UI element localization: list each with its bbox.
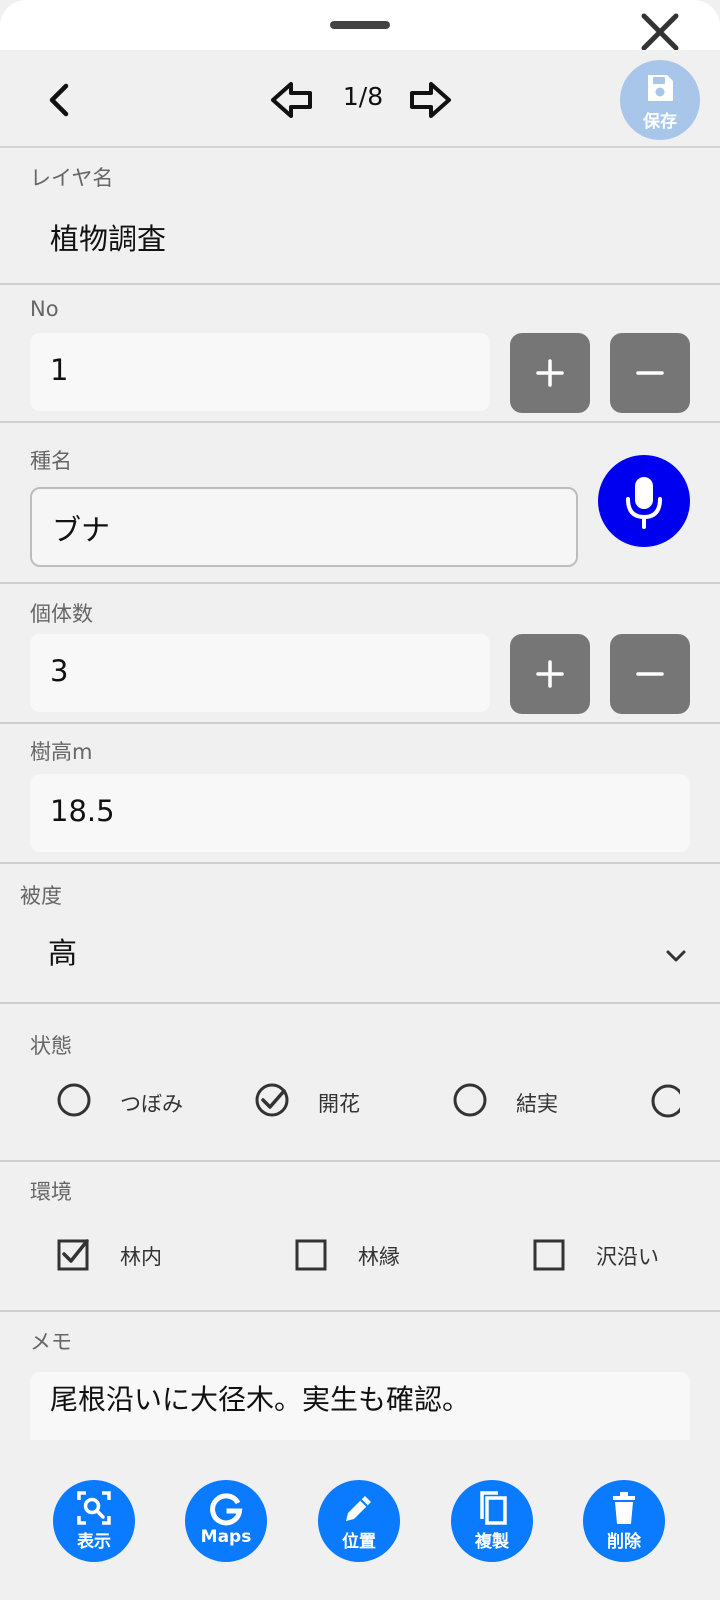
no-increment-button[interactable] (510, 333, 590, 413)
zoom-scan-icon (77, 1491, 111, 1525)
record-navbar: 1/8 保存 (0, 50, 720, 148)
checkbox-unchecked-icon[interactable] (532, 1236, 568, 1272)
delete-label: 削除 (607, 1532, 641, 1552)
count-input[interactable]: 3 (30, 634, 490, 712)
arrow-right-icon (410, 82, 451, 118)
count-decrement-button[interactable] (610, 634, 690, 714)
count-value: 3 (50, 654, 69, 688)
state-option-label: 開花 (318, 1092, 360, 1116)
coverage-section: 被度 高 (0, 866, 720, 1004)
pencil-icon (346, 1496, 371, 1521)
minus-icon (636, 672, 664, 676)
no-section: No 1 (0, 287, 720, 423)
memo-section: メモ 尾根沿いに大径木。実生も確認。 (0, 1314, 720, 1440)
back-button[interactable] (40, 78, 80, 122)
environment-option-label: 林内 (120, 1245, 162, 1269)
minus-icon (636, 371, 664, 375)
coverage-label: 被度 (20, 884, 62, 908)
no-decrement-button[interactable] (610, 333, 690, 413)
checkbox-unchecked-icon[interactable] (294, 1236, 330, 1272)
species-section: 種名 ブナ (0, 425, 720, 584)
height-input[interactable]: 18.5 (30, 774, 690, 852)
species-input[interactable]: ブナ (30, 487, 578, 567)
next-record-button[interactable] (408, 80, 452, 120)
layer-name-label: レイヤ名 (30, 166, 114, 190)
no-label: No (30, 297, 59, 321)
voice-input-button[interactable] (598, 455, 690, 547)
record-counter: 1/8 (342, 82, 384, 111)
memo-value: 尾根沿いに大径木。実生も確認。 (50, 1383, 471, 1416)
close-icon (641, 13, 679, 51)
bottom-toolbar: 表示 Maps 位置 複製 削除 (0, 1440, 720, 1600)
sheet-header (0, 0, 720, 51)
count-label: 個体数 (30, 602, 93, 626)
copy-icon (480, 1491, 507, 1525)
close-button[interactable] (636, 8, 684, 56)
chevron-left-icon (49, 83, 69, 117)
state-options-overflow (650, 1078, 680, 1124)
height-label: 樹高m (30, 740, 93, 764)
species-value: ブナ (52, 513, 111, 547)
maps-label: Maps (200, 1527, 252, 1547)
radio-checked-icon[interactable] (254, 1082, 290, 1118)
record-edit-sheet: 1/8 保存 レイヤ名 植物調査 No 1 種名 ブナ 個体数 3 樹高m 18… (0, 0, 720, 1600)
radio-unchecked-icon[interactable] (452, 1082, 488, 1118)
layer-name-section: レイヤ名 植物調査 (0, 150, 720, 285)
duplicate-button[interactable]: 複製 (451, 1480, 533, 1562)
state-label: 状態 (30, 1034, 72, 1058)
state-section: 状態 つぼみ 開花 結実 (0, 1006, 720, 1162)
height-section: 樹高m 18.5 (0, 726, 720, 864)
radio-unchecked-icon[interactable] (56, 1082, 92, 1118)
view-button[interactable]: 表示 (53, 1480, 135, 1562)
drag-handle[interactable] (330, 21, 390, 29)
delete-button[interactable]: 削除 (583, 1480, 665, 1562)
environment-section: 環境 林内 林縁 沢沿い (0, 1164, 720, 1312)
previous-record-button[interactable] (270, 80, 314, 120)
microphone-icon (626, 477, 662, 529)
checkbox-checked-icon[interactable] (56, 1236, 92, 1272)
count-increment-button[interactable] (510, 634, 590, 714)
count-section: 個体数 3 (0, 586, 720, 724)
trash-icon (613, 1492, 635, 1524)
no-value: 1 (50, 353, 69, 387)
height-value: 18.5 (50, 794, 115, 828)
duplicate-label: 複製 (475, 1532, 509, 1552)
state-option-label: 結実 (516, 1092, 558, 1116)
save-button[interactable]: 保存 (620, 60, 700, 140)
coverage-select[interactable]: 高 (48, 930, 77, 972)
environment-option-label: 沢沿い (596, 1245, 659, 1269)
state-option-label: つぼみ (120, 1092, 183, 1116)
plus-icon (536, 359, 564, 387)
memo-label: メモ (30, 1330, 72, 1354)
plus-icon (536, 660, 564, 688)
radio-unchecked-icon[interactable] (650, 1078, 680, 1124)
memo-textarea[interactable]: 尾根沿いに大径木。実生も確認。 (30, 1372, 690, 1440)
arrow-left-icon (271, 82, 312, 118)
position-label: 位置 (342, 1532, 376, 1552)
environment-label: 環境 (30, 1180, 72, 1204)
no-input[interactable]: 1 (30, 333, 490, 411)
species-label: 種名 (30, 449, 72, 473)
floppy-disk-icon (648, 75, 673, 101)
chevron-down-icon[interactable] (664, 946, 688, 966)
view-label: 表示 (77, 1532, 111, 1552)
position-button[interactable]: 位置 (318, 1480, 400, 1562)
layer-name-value: 植物調査 (50, 222, 167, 256)
google-maps-button[interactable]: Maps (185, 1480, 267, 1562)
environment-option-label: 林縁 (358, 1245, 400, 1269)
save-label: 保存 (643, 112, 677, 132)
google-g-icon (210, 1493, 243, 1526)
